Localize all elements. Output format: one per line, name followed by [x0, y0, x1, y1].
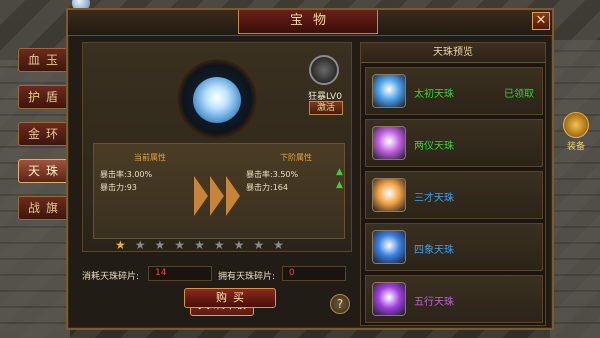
tab-war-banner[interactable]: 战旗	[18, 196, 68, 220]
badge-emblem-icon	[563, 112, 589, 138]
bead-display: 禁出 狂暴LV0 激活 当前属性 暴击率:3.00% 暴击力:93 下阶属性 暴…	[82, 42, 352, 252]
sky-bead-orb-icon	[193, 77, 241, 123]
close-button[interactable]: ✕	[532, 12, 550, 30]
bead-name: 四象天珠	[414, 245, 454, 256]
tab-sky-bead[interactable]: 天珠	[18, 159, 68, 183]
title-bar: 宝物 ✕	[68, 10, 552, 36]
treasure-window: 宝物 ✕ 禁出 狂暴LV0 激活 当前属性 暴击率:3.00% 暴击力:93	[66, 8, 554, 330]
star-icon: ★	[134, 238, 146, 252]
help-button[interactable]: ?	[330, 294, 350, 314]
preview-title: 天珠预览	[361, 43, 545, 63]
activate-button[interactable]: 激活	[309, 101, 343, 115]
cost-row: 消耗天珠碎片: 14 拥有天珠碎片: 0	[82, 266, 352, 282]
bead-preview-item[interactable]: 四象天珠	[365, 223, 543, 271]
right-badge[interactable]: 装备	[558, 112, 594, 152]
star-icon: ★	[253, 238, 265, 252]
consume-label: 消耗天珠碎片:	[82, 272, 140, 282]
star-icon: ★	[273, 238, 284, 252]
bead-name: 五行天珠	[414, 297, 454, 308]
bead-name: 三才天珠	[414, 193, 454, 204]
current-attributes-title: 当前属性	[134, 153, 166, 162]
window-title: 宝物	[238, 10, 378, 34]
bead-preview-item[interactable]: 两仪天珠	[365, 119, 543, 167]
upgrade-arrow-icon	[194, 176, 248, 216]
bead-preview-item[interactable]: 五行天珠	[365, 275, 543, 323]
increase-arrow-icon: ▲	[336, 167, 343, 177]
next-attr-crit-power: 暴击力:164	[246, 183, 288, 192]
background-wall-right	[550, 40, 600, 338]
star-icon: ★	[194, 238, 205, 252]
star-icon: ★	[115, 238, 126, 252]
bead-status: 已领取	[504, 89, 534, 100]
next-attributes-title: 下阶属性	[280, 153, 312, 162]
badge-label: 装备	[566, 142, 585, 152]
bead-sancai-icon	[372, 178, 406, 212]
bead-sixiang-icon	[372, 230, 406, 264]
current-attr-crit-power: 暴击力:93	[100, 183, 137, 192]
buy-button[interactable]: 购买	[184, 288, 276, 308]
star-rating: ★ ★ ★ ★ ★ ★ ★ ★ ★	[115, 239, 315, 251]
star-icon: ★	[154, 238, 166, 252]
star-icon: ★	[233, 238, 245, 252]
own-value: 0	[282, 266, 346, 281]
current-attributes: 当前属性 暴击率:3.00% 暴击力:93	[100, 152, 200, 194]
bead-preview-item[interactable]: 三才天珠	[365, 171, 543, 219]
star-icon: ★	[174, 238, 186, 252]
consume-value: 14	[148, 266, 212, 281]
current-attr-crit-rate: 暴击率:3.00%	[100, 170, 153, 179]
tab-blood-jade[interactable]: 血玉	[18, 48, 68, 72]
bead-detail-panel: 禁出 狂暴LV0 激活 当前属性 暴击率:3.00% 暴击力:93 下阶属性 暴…	[82, 42, 352, 328]
next-attributes: 下阶属性 暴击率:3.50% 暴击力:164	[246, 152, 346, 194]
star-icon: ★	[213, 238, 225, 252]
bead-preview-list: 太初天珠 已领取 两仪天珠 三才天珠 四象天珠 五行天珠	[365, 67, 543, 327]
tab-gold-ring[interactable]: 金环	[18, 122, 68, 146]
bead-preview-item[interactable]: 太初天珠 已领取	[365, 67, 543, 115]
bead-taichu-icon	[372, 74, 406, 108]
bead-name: 两仪天珠	[414, 141, 454, 152]
bead-liangyi-icon	[372, 126, 406, 160]
tab-shield[interactable]: 护盾	[18, 85, 68, 109]
bead-preview-panel: 天珠预览 太初天珠 已领取 两仪天珠 三才天珠 四象天珠 五行天珠	[360, 42, 546, 326]
bead-name: 太初天珠	[414, 89, 454, 100]
bead-wuxing-icon	[372, 282, 406, 316]
attributes-box: 当前属性 暴击率:3.00% 暴击力:93 下阶属性 暴击率:3.50% 暴击力…	[93, 143, 345, 239]
own-label: 拥有天珠碎片:	[218, 272, 276, 282]
rage-avatar-icon[interactable]	[309, 55, 339, 85]
next-attr-crit-rate: 暴击率:3.50%	[246, 170, 299, 179]
increase-arrow-icon: ▲	[336, 180, 343, 190]
